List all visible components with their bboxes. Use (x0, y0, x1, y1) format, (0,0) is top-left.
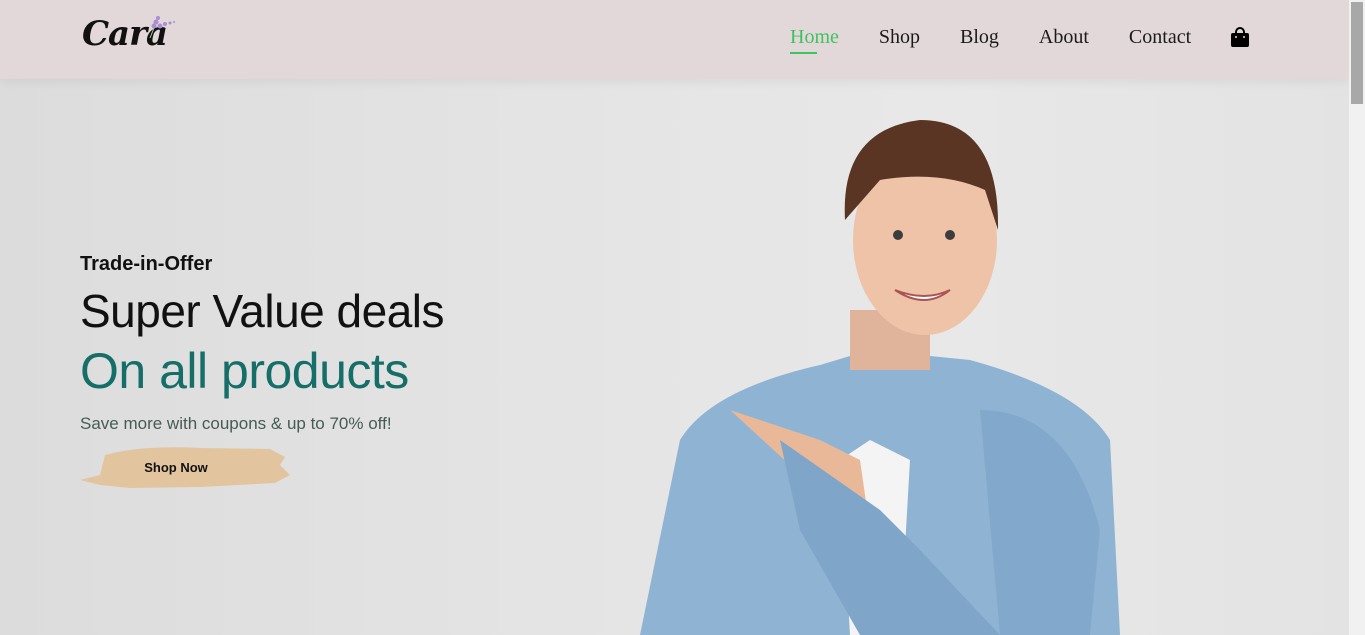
hero-title: Super Value deals (80, 285, 445, 337)
shop-now-label: Shop Now (144, 459, 208, 475)
scrollbar-thumb[interactable] (1351, 2, 1363, 104)
nav-shop[interactable]: Shop (879, 26, 920, 49)
lavender-icon (149, 16, 175, 39)
nav-home[interactable]: Home (790, 26, 839, 54)
hero-subtitle: On all products (80, 343, 409, 399)
hero-model-image (640, 120, 1120, 635)
header: Cara Home Shop Blog About Contact (0, 0, 1349, 79)
page: Cara Home Shop Blog About Contact Trade-… (0, 0, 1349, 635)
scrollbar[interactable] (1349, 0, 1365, 635)
shopping-bag-icon[interactable] (1231, 27, 1249, 47)
nav-contact[interactable]: Contact (1129, 26, 1191, 49)
hero-section: Trade-in-Offer Super Value deals On all … (80, 253, 445, 488)
shop-now-button[interactable]: Shop Now (80, 445, 292, 489)
logo[interactable]: Cara (82, 12, 182, 60)
main-nav: Home Shop Blog About Contact (790, 26, 1231, 54)
nav-blog[interactable]: Blog (960, 26, 999, 49)
hero-description: Save more with coupons & up to 70% off! (80, 414, 392, 433)
nav-about[interactable]: About (1039, 26, 1089, 49)
hero-eyebrow: Trade-in-Offer (80, 253, 213, 275)
